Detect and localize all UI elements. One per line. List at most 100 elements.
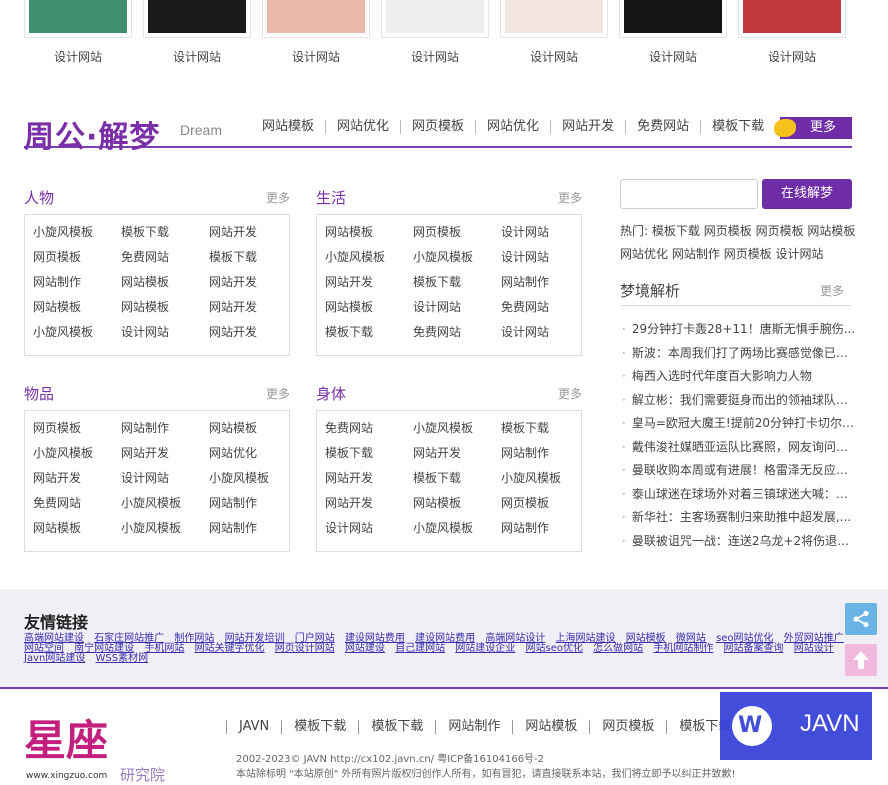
friend-link[interactable]: 网站关键字优化 [195, 643, 265, 654]
thumbnail-card[interactable]: 设计网站 [381, 0, 489, 65]
category-link[interactable]: 小旋风模板 [33, 323, 121, 341]
hot-tag[interactable]: 网站优化 [620, 247, 668, 261]
category-link[interactable]: 网页模板 [33, 248, 121, 266]
category-link[interactable]: 网页模板 [501, 494, 581, 512]
category-link[interactable]: 免费网站 [501, 298, 581, 316]
category-link[interactable]: 设计网站 [121, 469, 209, 487]
section-nav-link[interactable]: 网站优化 [475, 120, 550, 134]
news-item[interactable]: 梅西入选时代年度百大影响力人物 [620, 365, 856, 389]
friend-link[interactable]: WSS素材网 [96, 653, 149, 664]
friend-link[interactable]: 网站seo优化 [526, 643, 583, 654]
back-to-top-button[interactable] [845, 644, 877, 676]
category-link[interactable]: 小旋风模板 [413, 519, 501, 537]
section-nav-link[interactable]: 模板下载 [700, 120, 775, 134]
thumbnail-caption[interactable]: 设计网站 [500, 48, 608, 65]
category-link[interactable]: 网站制作 [33, 273, 121, 291]
footer-nav-link[interactable]: JAVN [226, 720, 281, 734]
category-link[interactable]: 小旋风模板 [413, 419, 501, 437]
friend-link[interactable]: 手机网站制作 [653, 643, 713, 654]
category-link[interactable]: 网站开发 [413, 444, 501, 462]
category-link[interactable]: 模板下载 [501, 419, 581, 437]
category-link[interactable]: 免费网站 [325, 419, 413, 437]
friend-link[interactable]: 网页设计网站 [275, 643, 335, 654]
category-link[interactable]: 设计网站 [413, 298, 501, 316]
category-link[interactable]: 网站开发 [325, 469, 413, 487]
category-more-link[interactable]: 更多 [558, 189, 582, 206]
category-link[interactable]: 设计网站 [121, 323, 209, 341]
thumbnail-caption[interactable]: 设计网站 [262, 48, 370, 65]
category-link[interactable]: 网站制作 [209, 494, 289, 512]
section-nav-link[interactable]: 免费网站 [625, 120, 700, 134]
footer-nav-link[interactable]: 模板下载 [358, 720, 435, 734]
category-link[interactable]: 网站优化 [209, 444, 289, 462]
category-title[interactable]: 身体 [316, 385, 346, 403]
category-more-link[interactable]: 更多 [558, 385, 582, 402]
footer-nav-link[interactable]: 网站模板 [512, 720, 589, 734]
news-item[interactable]: 戴伟浚社媒晒亚运队比赛照，网友询问：... [620, 436, 856, 460]
friend-link[interactable]: 网站备案查询 [724, 643, 784, 654]
category-more-link[interactable]: 更多 [266, 385, 290, 402]
category-title[interactable]: 人物 [24, 189, 54, 207]
thumbnail-caption[interactable]: 设计网站 [24, 48, 132, 65]
category-link[interactable]: 小旋风模板 [413, 248, 501, 266]
thumbnail-card[interactable]: 设计网站 [143, 0, 251, 65]
thumbnail-card[interactable]: 设计网站 [262, 0, 370, 65]
category-link[interactable]: 网站模板 [121, 273, 209, 291]
category-link[interactable]: 网站模板 [33, 519, 121, 537]
category-link[interactable]: 网站制作 [209, 519, 289, 537]
category-link[interactable]: 免费网站 [33, 494, 121, 512]
news-item[interactable]: 泰山球迷在球场外对着三镇球迷大喊：武... [620, 483, 856, 507]
category-link[interactable]: 网页模板 [33, 419, 121, 437]
category-link[interactable]: 小旋风模板 [121, 494, 209, 512]
category-link[interactable]: 网站制作 [501, 519, 581, 537]
hot-tag[interactable]: 设计网站 [776, 247, 824, 261]
footer-nav-link[interactable]: 网页模板 [589, 720, 666, 734]
category-link[interactable]: 网站制作 [121, 419, 209, 437]
hot-tag[interactable]: 网站模板 [807, 224, 855, 238]
hot-tag[interactable]: 网页模板 [724, 247, 772, 261]
friend-link[interactable]: Javn网站建设 [24, 653, 85, 664]
site-logo[interactable]: 星座 www.xingzuo.com 研究院 [24, 716, 174, 784]
category-link[interactable]: 小旋风模板 [121, 519, 209, 537]
category-link[interactable]: 网站开发 [325, 494, 413, 512]
footer-nav-link[interactable]: 模板下载 [281, 720, 358, 734]
friend-link[interactable]: 网站建设企业 [455, 643, 515, 654]
category-link[interactable]: 网站制作 [501, 444, 581, 462]
section-nav-link[interactable]: 网站优化 [325, 120, 400, 134]
category-link[interactable]: 小旋风模板 [501, 469, 581, 487]
category-link[interactable]: 模板下载 [413, 469, 501, 487]
news-item[interactable]: 29分钟打卡轰28+11！唐斯无惧手腕伤... [620, 318, 856, 342]
category-link[interactable]: 网站模板 [121, 298, 209, 316]
thumbnail-card[interactable]: 设计网站 [619, 0, 727, 65]
news-item[interactable]: 新华社：主客场赛制归来助推中超发展,... [620, 506, 856, 530]
category-link[interactable]: 网站开发 [209, 298, 289, 316]
thumbnail-image[interactable] [29, 0, 127, 33]
news-item[interactable]: 曼联收购本周或有进展！格雷泽无反应令... [620, 459, 856, 483]
category-link[interactable]: 模板下载 [413, 273, 501, 291]
category-title[interactable]: 生活 [316, 189, 346, 207]
share-button[interactable] [845, 603, 877, 635]
category-link[interactable]: 网站开发 [121, 444, 209, 462]
friend-link[interactable]: 手机网站 [144, 643, 184, 654]
category-link[interactable]: 模板下载 [121, 223, 209, 241]
category-link[interactable]: 小旋风模板 [33, 223, 121, 241]
category-title[interactable]: 物品 [24, 385, 54, 403]
category-link[interactable]: 模板下载 [209, 248, 289, 266]
section-nav-link[interactable]: 网页模板 [400, 120, 475, 134]
category-link[interactable]: 网站开发 [209, 273, 289, 291]
thumbnail-caption[interactable]: 设计网站 [738, 48, 846, 65]
category-link[interactable]: 设计网站 [325, 519, 413, 537]
thumbnail-card[interactable]: 设计网站 [24, 0, 132, 65]
thumbnail-caption[interactable]: 设计网站 [381, 48, 489, 65]
thumbnail-image[interactable] [267, 0, 365, 33]
category-link[interactable]: 小旋风模板 [325, 248, 413, 266]
hot-tag[interactable]: 网页模板 [704, 224, 752, 238]
section-nav-link[interactable]: 网站开发 [550, 120, 625, 134]
news-item[interactable]: 皇马=欧冠大魔王!提前20分钟打卡切尔西... [620, 412, 856, 436]
search-button[interactable]: 在线解梦 [762, 179, 852, 209]
dream-analysis-more[interactable]: 更多 [820, 282, 844, 299]
category-link[interactable]: 设计网站 [501, 248, 581, 266]
news-item[interactable]: 解立彬：我们需要挺身而出的领袖球队中... [620, 389, 856, 413]
category-link[interactable]: 设计网站 [501, 323, 581, 341]
category-link[interactable]: 网站模板 [325, 298, 413, 316]
